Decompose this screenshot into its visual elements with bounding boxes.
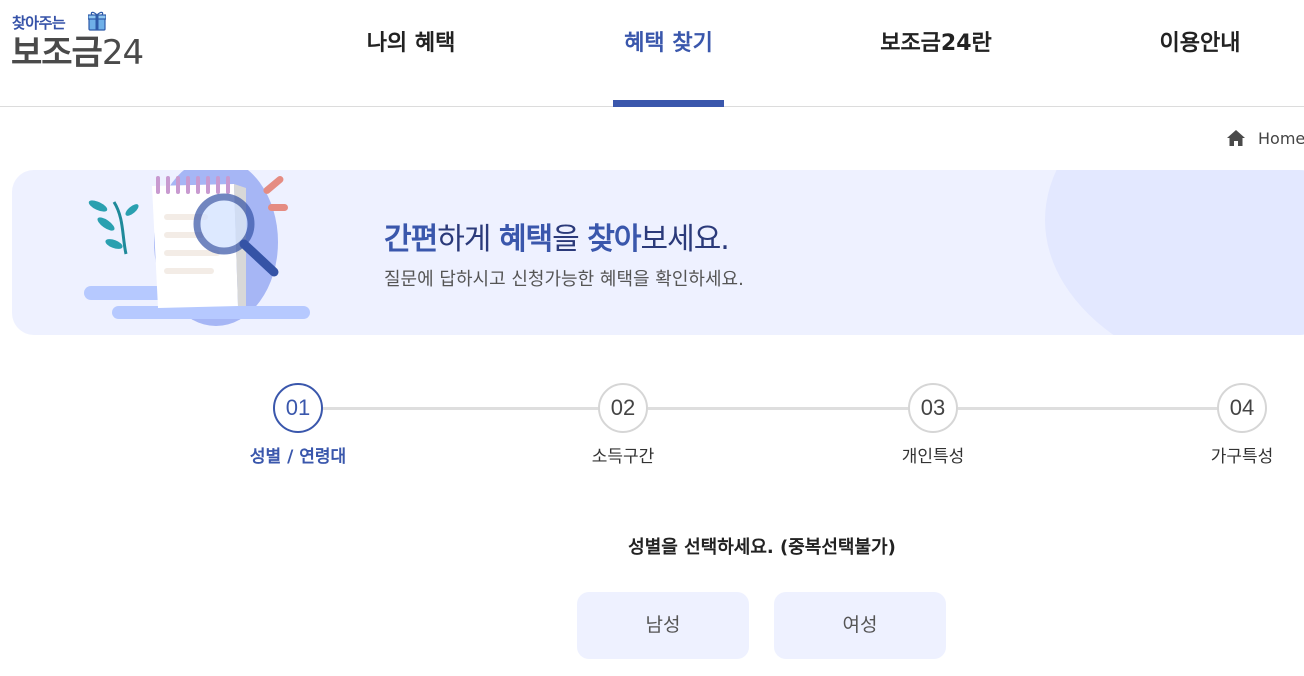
nav-item-guide[interactable]: 이용안내 [1150,0,1250,106]
breadcrumb[interactable]: Home [1226,126,1304,150]
gender-option-female[interactable]: 여성 [774,592,946,659]
step-indicator: 01 02 03 04 성별 / 연령대 소득구간 개인특성 가구특성 [0,380,1304,480]
home-icon [1227,130,1245,146]
hero-banner: 간편하게 혜택을 찾아보세요. 질문에 답하시고 신청가능한 혜택을 확인하세요… [12,170,1304,335]
nav-label: 나의 혜택 [366,31,456,56]
nav-label: 혜택 찾기 [624,31,713,56]
nav-item-my-benefits[interactable]: 나의 혜택 [356,0,466,106]
step-1-number: 01 [273,383,323,433]
logo-wordmark-number: 24 [101,33,144,73]
banner-title-highlight: 혜택 [498,222,553,257]
banner-title-highlight: 찾아 [587,222,641,257]
banner-title-text: 을 [552,222,588,257]
site-header: 찾아주는 보조금24 나의 혜택 혜택 찾기 보조금24란 이용안내 [0,0,1304,107]
nav-item-about[interactable]: 보조금24란 [873,0,999,106]
nav-item-find-benefits[interactable]: 혜택 찾기 [613,0,724,107]
step-4-label: 가구특성 [1210,447,1274,467]
nav-label: 보조금24란 [880,31,992,56]
banner-title-text: 보세요. [640,222,730,257]
gift-icon [88,11,106,31]
banner-title: 간편하게 혜택을 찾아보세요. [384,214,730,258]
question-prompt: 성별을 선택하세요. (중복선택불가) [628,537,896,558]
banner-decoration [1045,170,1304,335]
breadcrumb-home[interactable]: Home [1258,129,1304,148]
logo-wordmark-text: 보조금 [11,33,103,73]
step-connector [958,407,1220,410]
banner-title-text: 하게 [437,222,499,257]
gender-option-male[interactable]: 남성 [577,592,749,659]
banner-subtitle: 질문에 답하시고 신청가능한 혜택을 확인하세요. [384,269,744,290]
banner-title-highlight: 간편 [384,222,438,257]
step-4-number: 04 [1217,383,1267,433]
step-2-number: 02 [598,383,648,433]
step-3-label: 개인특성 [901,447,965,467]
logo-tagline: 찾아주는 [12,14,66,32]
step-connector [322,407,600,410]
nav-label: 이용안내 [1159,31,1241,56]
step-3-number: 03 [908,383,958,433]
search-document-illustration [84,170,310,326]
step-1-label: 성별 / 연령대 [249,447,347,467]
step-2-label: 소득구간 [591,447,655,467]
logo[interactable]: 찾아주는 보조금24 [11,11,162,76]
step-connector [648,407,910,410]
nav-active-indicator [613,100,724,107]
logo-wordmark: 보조금24 [11,32,144,74]
